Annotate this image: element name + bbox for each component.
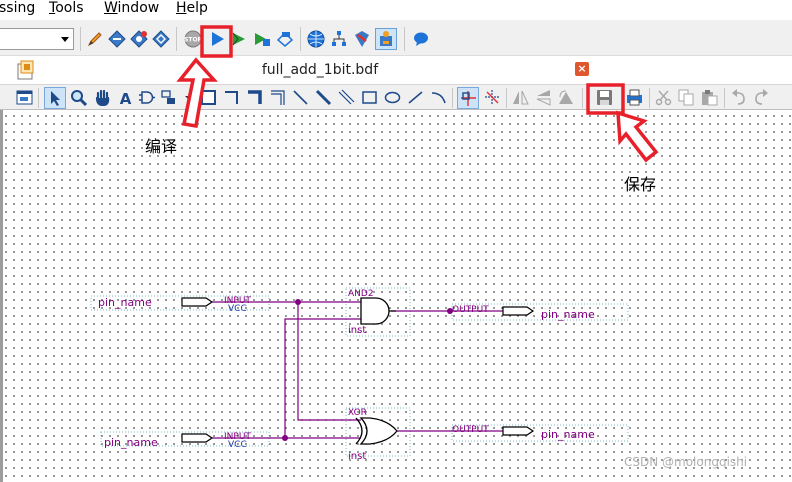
compile-annotation: 编译 <box>145 137 178 156</box>
diagonal-node-icon[interactable] <box>292 89 309 106</box>
watermark: CSDN @molongqishi <box>624 455 748 469</box>
flag-icon[interactable] <box>230 30 248 48</box>
toolbar-separator <box>80 27 81 51</box>
analysis-icon[interactable] <box>130 30 148 48</box>
stop-icon[interactable]: STOP <box>183 30 203 48</box>
undo-icon[interactable] <box>730 89 747 106</box>
block-editor-toolbar: A <box>0 84 792 110</box>
svg-text:STOP: STOP <box>184 37 203 44</box>
rubberband-icon <box>461 91 476 106</box>
selection-tool-button[interactable] <box>44 87 66 109</box>
schematic-canvas[interactable] <box>0 110 792 482</box>
hand-icon[interactable] <box>94 89 111 106</box>
menu-bar: ssing Tools Window Help <box>0 0 792 20</box>
menu-help[interactable]: Help <box>176 0 208 16</box>
orthogonal-conduit-icon[interactable] <box>269 89 286 106</box>
pencil-icon[interactable] <box>86 30 104 48</box>
paste-icon[interactable] <box>701 89 718 106</box>
timing-icon[interactable] <box>276 30 294 48</box>
orthogonal-bus-icon[interactable] <box>246 89 263 106</box>
cut-icon[interactable] <box>655 89 672 106</box>
toolbar-separator <box>582 88 583 108</box>
canvas-left-border <box>0 110 3 482</box>
main-toolbar: STOP <box>0 20 792 56</box>
diagonal-bus-icon[interactable] <box>315 89 332 106</box>
fitter-icon[interactable] <box>253 30 271 48</box>
zoom-icon[interactable] <box>70 89 87 106</box>
window-detach-icon[interactable] <box>16 89 33 106</box>
orthogonal-node-icon[interactable] <box>223 89 240 106</box>
menu-tools[interactable]: Tools <box>49 0 84 16</box>
close-document-button[interactable]: × <box>575 62 589 76</box>
toolbar-separator <box>649 88 650 108</box>
chip-icon[interactable] <box>152 30 170 48</box>
diagonal-conduit-icon[interactable] <box>338 89 355 106</box>
chevron-down-icon[interactable] <box>183 89 195 106</box>
diamond-icon[interactable] <box>108 30 126 48</box>
redo-icon[interactable] <box>753 89 770 106</box>
toolbar-separator <box>506 88 507 108</box>
start-compile-icon[interactable] <box>208 30 226 48</box>
text-tool-icon[interactable]: A <box>117 89 134 106</box>
menu-window[interactable]: Window <box>104 0 159 16</box>
chip-planner-icon[interactable] <box>375 28 397 50</box>
toolbar-separator <box>724 88 725 108</box>
netlist-icon[interactable] <box>330 30 348 48</box>
ellipse-tool-icon[interactable] <box>384 89 401 106</box>
toolbar-separator <box>300 27 301 51</box>
print-icon[interactable] <box>626 89 643 106</box>
close-icon: × <box>577 62 587 75</box>
copy-icon[interactable] <box>678 89 695 106</box>
rotate-icon[interactable] <box>558 89 575 106</box>
save-icon[interactable] <box>596 89 613 106</box>
hierarchy-combobox[interactable] <box>0 28 74 50</box>
flip-horizontal-icon[interactable] <box>512 89 529 106</box>
document-title[interactable]: full_add_1bit.bdf <box>0 62 640 78</box>
toolbar-separator <box>404 27 405 51</box>
rectangle-tool-icon[interactable] <box>361 89 378 106</box>
toolbar-separator <box>38 88 39 108</box>
document-tab-bar: full_add_1bit.bdf <box>0 56 792 84</box>
menu-processing[interactable]: ssing <box>0 0 35 16</box>
toolbar-separator <box>452 88 453 108</box>
toolbar-separator <box>176 27 177 51</box>
chat-icon[interactable] <box>412 30 430 48</box>
block-tool-icon[interactable] <box>200 89 217 106</box>
pin-tool-icon[interactable] <box>160 89 177 106</box>
line-tool-icon[interactable] <box>407 89 424 106</box>
globe-icon[interactable] <box>307 30 325 48</box>
save-annotation: 保存 <box>624 175 657 194</box>
symbol-tool-icon[interactable] <box>138 89 155 106</box>
flip-vertical-icon[interactable] <box>535 89 552 106</box>
arrow-pointer-icon <box>51 91 60 106</box>
programmer-icon[interactable] <box>353 30 371 48</box>
arc-tool-icon[interactable] <box>430 89 447 106</box>
rubberbanding-button[interactable] <box>457 87 479 109</box>
chevron-down-icon <box>61 37 69 42</box>
svg-text:A: A <box>120 90 132 106</box>
partial-line-select-icon[interactable] <box>484 89 501 106</box>
